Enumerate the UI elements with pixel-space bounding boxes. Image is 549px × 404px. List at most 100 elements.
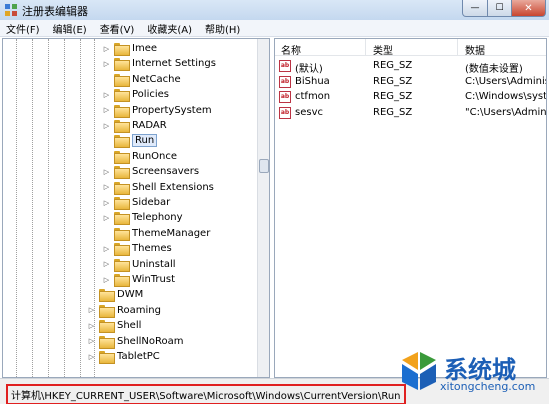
column-divider[interactable]	[457, 39, 458, 56]
expand-arrow-icon[interactable]: ▷	[102, 59, 111, 68]
folder-icon	[114, 73, 130, 87]
tree-item-label: RADAR	[132, 120, 167, 131]
watermark-logo-icon	[402, 352, 436, 390]
tree-item-label: Internet Settings	[132, 58, 216, 70]
title-bar: 注册表编辑器 — ☐ ✕	[0, 0, 549, 20]
value-data: C:\Users\Administ	[465, 75, 547, 87]
tree-item[interactable]: ▷ Sidebar	[102, 195, 170, 210]
expand-arrow-icon[interactable]: ▷	[102, 167, 111, 176]
tree-item[interactable]: RunOnce	[102, 149, 177, 164]
expand-arrow-icon[interactable]: ▷	[102, 244, 111, 253]
tree-item-label: ThemeManager	[132, 227, 211, 239]
expand-arrow-icon[interactable]: ▷	[87, 352, 96, 361]
column-header-name[interactable]: 名称	[281, 42, 301, 57]
expand-arrow-icon[interactable]: ▷	[102, 106, 111, 115]
expand-arrow-icon[interactable]: ▷	[102, 213, 111, 222]
folder-icon	[114, 58, 130, 72]
folder-icon	[99, 351, 115, 364]
folder-icon	[114, 120, 130, 133]
folder-icon	[114, 197, 130, 210]
expand-arrow-icon[interactable]: ▷	[102, 90, 111, 99]
value-row[interactable]: ab (默认) REG_SZ (数值未设置)	[275, 59, 546, 75]
expand-arrow-icon[interactable]: ▷	[102, 260, 111, 269]
tree-item[interactable]: ▷ Shell	[87, 318, 142, 334]
folder-icon	[114, 258, 130, 272]
value-row[interactable]: ab BiShua REG_SZ C:\Users\Administ	[275, 75, 547, 90]
expand-arrow-icon[interactable]: ▷	[87, 306, 96, 315]
menu-item[interactable]: 文件(F)	[6, 21, 40, 36]
menu-item[interactable]: 收藏夹(A)	[147, 21, 192, 36]
close-button[interactable]: ✕	[512, 0, 546, 17]
folder-icon	[114, 212, 130, 226]
scrollbar-thumb[interactable]	[259, 159, 269, 173]
tree-item-label: ShellNoRoam	[117, 335, 184, 347]
folder-icon	[114, 243, 130, 257]
list-header: 名称 类型 数据	[275, 39, 546, 57]
window-title: 注册表编辑器	[22, 5, 88, 18]
tree-guide-line	[48, 39, 49, 377]
value-row[interactable]: ab ctfmon REG_SZ C:\Windows\syste	[275, 90, 546, 105]
tree-item-label: Shell	[117, 320, 142, 332]
tree-item[interactable]: ▷ Uninstall	[102, 257, 176, 272]
tree-item-label: Telephony	[132, 212, 183, 224]
value-name: (默认)	[295, 64, 323, 75]
tree-item-label: Run	[132, 134, 158, 148]
tree-item[interactable]: ▷ ShellNoRoam	[87, 334, 183, 349]
menu-item[interactable]: 查看(V)	[100, 21, 135, 36]
expand-arrow-icon[interactable]: ▷	[87, 337, 96, 346]
string-value-icon: ab	[279, 75, 291, 88]
folder-icon	[99, 335, 115, 349]
menu-item[interactable]: 编辑(E)	[53, 21, 87, 36]
tree-item[interactable]: ▷ Telephony	[102, 210, 183, 226]
tree-item[interactable]: ▷ TabletPC	[87, 349, 160, 364]
value-type: REG_SZ	[373, 106, 413, 118]
menu-item[interactable]: 帮助(H)	[205, 21, 240, 36]
tree-item-label: RunOnce	[132, 150, 178, 162]
tree-item-label: Uninstall	[132, 258, 176, 270]
column-header-data[interactable]: 数据	[465, 42, 485, 57]
tree-item[interactable]: ▷ Policies	[102, 87, 169, 103]
folder-icon	[99, 304, 115, 318]
tree-item[interactable]: Run	[102, 133, 158, 149]
folder-icon	[99, 289, 115, 303]
tree-guide-line	[16, 39, 17, 377]
tree-item-label: Shell Extensions	[132, 181, 214, 193]
tree-item-label: TabletPC	[117, 351, 160, 362]
expand-arrow-icon[interactable]: ▷	[102, 44, 111, 53]
folder-icon	[114, 166, 130, 180]
tree-item-label: Roaming	[117, 304, 161, 316]
tree-item-label: Screensavers	[132, 166, 200, 178]
expand-arrow-icon[interactable]: ▷	[102, 198, 111, 207]
value-row[interactable]: ab sesvc REG_SZ "C:\Users\Admini	[275, 106, 546, 121]
column-header-type[interactable]: 类型	[373, 42, 393, 57]
tree-item[interactable]: ThemeManager	[102, 226, 210, 241]
minimize-button[interactable]: —	[462, 0, 488, 17]
tree-guide-line	[80, 39, 81, 377]
tree-item[interactable]: ▷ PropertySystem	[102, 103, 212, 118]
tree-scrollbar[interactable]	[257, 39, 269, 377]
column-divider[interactable]	[365, 39, 366, 56]
expand-arrow-icon[interactable]: ▷	[102, 275, 111, 284]
tree-item[interactable]: ▷ Shell Extensions	[102, 180, 214, 195]
expand-arrow-icon[interactable]: ▷	[102, 183, 111, 192]
tree-item[interactable]: ▷ Internet Settings	[102, 56, 216, 72]
folder-icon	[114, 181, 130, 195]
maximize-button[interactable]: ☐	[488, 0, 512, 17]
tree-item[interactable]: NetCache	[102, 72, 181, 87]
value-list-pane: 名称 类型 数据 ab (默认) REG_SZ (数值未设置) ab BiShua REG_…	[274, 38, 547, 378]
expand-arrow-icon[interactable]: ▷	[87, 321, 96, 330]
tree-item-label: PropertySystem	[132, 104, 212, 116]
tree-item[interactable]: ▷ WinTrust	[102, 272, 175, 287]
tree-item[interactable]: ▷ RADAR	[102, 118, 167, 133]
expand-arrow-icon[interactable]: ▷	[102, 121, 111, 130]
tree-item[interactable]: ▷ Themes	[102, 241, 172, 257]
tree-item[interactable]: ▷ Roaming	[87, 303, 161, 318]
tree-item-label: Imee	[132, 43, 157, 54]
tree-item[interactable]: ▷ Screensavers	[102, 164, 200, 180]
tree-item[interactable]: DWM	[87, 287, 143, 303]
tree-item[interactable]: ▷ Imee	[102, 41, 157, 56]
